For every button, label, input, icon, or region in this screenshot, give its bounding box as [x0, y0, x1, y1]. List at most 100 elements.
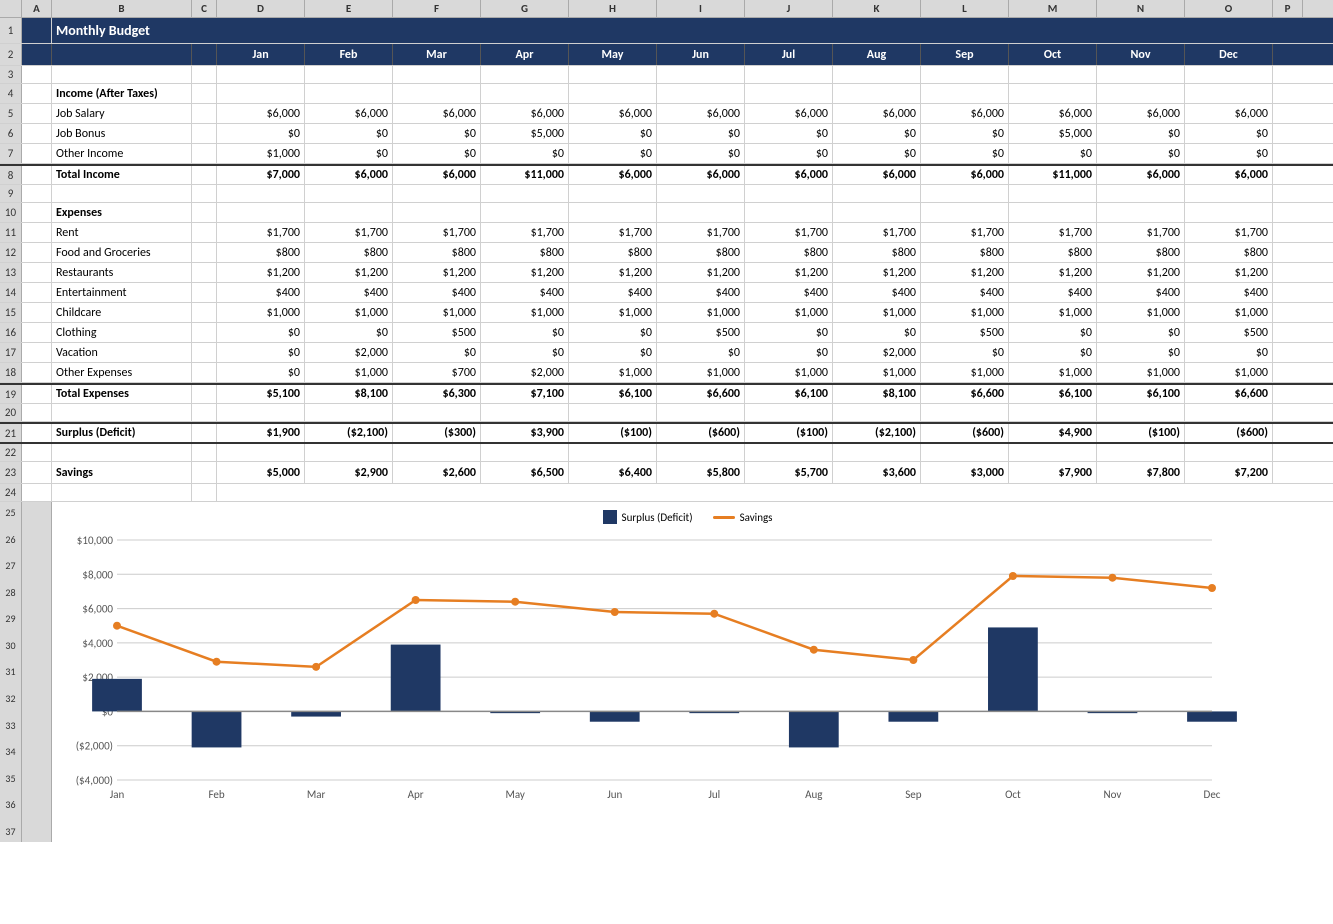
surplus-bar-7	[789, 711, 839, 747]
svg-text:($4,000): ($4,000)	[76, 774, 113, 787]
row-22: 22	[0, 444, 1333, 462]
month-dec: Dec	[1185, 44, 1273, 65]
row-10: 10 Expenses	[0, 203, 1333, 223]
legend-surplus: Surplus (Deficit)	[603, 510, 693, 524]
savings-dot-0	[113, 622, 121, 630]
svg-text:$8,000: $8,000	[82, 568, 113, 581]
col-f-header: F	[393, 0, 481, 17]
legend-savings: Savings	[713, 511, 773, 524]
month-feb: Feb	[305, 44, 393, 65]
row-num-1: 1	[0, 18, 22, 43]
expenses-label: Expenses	[52, 203, 192, 222]
title-text: Monthly Budget	[56, 22, 150, 39]
col-p-header: P	[1273, 0, 1303, 17]
savings-dot-6	[710, 610, 718, 618]
surplus-bar-5	[590, 711, 640, 721]
row-6: 6 Job Bonus $0 $0 $0 $5,000 $0 $0 $0 $0 …	[0, 124, 1333, 144]
svg-text:Oct: Oct	[1005, 788, 1021, 801]
svg-text:Feb: Feb	[208, 788, 224, 801]
month-aug: Aug	[833, 44, 921, 65]
rent-label: Rent	[52, 223, 192, 242]
savings-dot-3	[412, 596, 420, 604]
row-16: 16 Clothing $0 $0 $500 $0 $0 $500 $0 $0 …	[0, 323, 1333, 343]
row-2: 2 Jan Feb Mar Apr May Jun Jul Aug Sep Oc…	[0, 44, 1333, 66]
row-18: 18 Other Expenses $0 $1,000 $700 $2,000 …	[0, 363, 1333, 383]
svg-text:Nov: Nov	[1104, 788, 1122, 801]
savings-dot-8	[909, 656, 917, 664]
month-nov: Nov	[1097, 44, 1185, 65]
surplus-label: Surplus (Deficit)	[52, 424, 192, 442]
svg-text:Apr: Apr	[408, 788, 424, 801]
chart-svg-container: $10,000$8,000$6,000$4,000$2,000$0($2,000…	[52, 530, 1323, 820]
savings-dot-1	[213, 658, 221, 666]
col-c-header: C	[192, 0, 217, 17]
col-o-header: O	[1185, 0, 1273, 17]
row-9: 9	[0, 185, 1333, 203]
month-jun: Jun	[657, 44, 745, 65]
month-mar: Mar	[393, 44, 481, 65]
col-d-header: D	[217, 0, 305, 17]
row-4: 4 Income (After Taxes)	[0, 84, 1333, 104]
savings-dot-7	[810, 646, 818, 654]
legend-bar-label: Surplus (Deficit)	[622, 511, 693, 524]
row-13: 13 Restaurants $1,200 $1,200 $1,200 $1,2…	[0, 263, 1333, 283]
svg-text:Sep: Sep	[905, 788, 922, 801]
month-oct: Oct	[1009, 44, 1097, 65]
chart-visualization: $10,000$8,000$6,000$4,000$2,000$0($2,000…	[52, 530, 1232, 820]
chart-rows: 25 26 27 28 29 30 31 32 33 34 35 36 37	[0, 502, 1333, 842]
svg-text:Jun: Jun	[607, 788, 622, 801]
savings-label: Savings	[52, 462, 192, 483]
income-label: Income (After Taxes)	[52, 84, 192, 103]
row-21: 21 Surplus (Deficit) $1,900 ($2,100) ($3…	[0, 422, 1333, 444]
month-apr: Apr	[481, 44, 569, 65]
spreadsheet: A B C D E F G H I J K L M N O P 1 Monthl…	[0, 0, 1333, 842]
row-1: 1 Monthly Budget	[0, 18, 1333, 44]
surplus-bar-0	[92, 679, 142, 712]
total-expenses-label: Total Expenses	[52, 385, 192, 403]
savings-dot-4	[511, 598, 519, 606]
row-15: 15 Childcare $1,000 $1,000 $1,000 $1,000…	[0, 303, 1333, 323]
savings-line	[117, 576, 1212, 667]
row-20: 20	[0, 404, 1333, 422]
savings-dot-10	[1108, 574, 1116, 582]
svg-text:May: May	[505, 788, 524, 801]
cell-1a	[22, 18, 52, 43]
row-23: 23 Savings $5,000 $2,900 $2,600 $6,500 $…	[0, 462, 1333, 484]
svg-text:Jan: Jan	[110, 788, 125, 801]
savings-dot-2	[312, 663, 320, 671]
col-g-header: G	[481, 0, 569, 17]
row-5: 5 Job Salary $6,000 $6,000 $6,000 $6,000…	[0, 104, 1333, 124]
chart-legend: Surplus (Deficit) Savings	[52, 510, 1323, 524]
surplus-bar-11	[1187, 711, 1237, 721]
col-header-row: A B C D E F G H I J K L M N O P	[0, 0, 1333, 18]
col-n-header: N	[1097, 0, 1185, 17]
month-jan: Jan	[217, 44, 305, 65]
month-jul: Jul	[745, 44, 833, 65]
month-may: May	[569, 44, 657, 65]
col-l-header: L	[921, 0, 1009, 17]
surplus-bar-3	[391, 645, 441, 712]
svg-text:$4,000: $4,000	[82, 637, 113, 650]
surplus-bar-9	[988, 627, 1038, 711]
job-salary-label: Job Salary	[52, 104, 192, 123]
col-j-header: J	[745, 0, 833, 17]
clothing-label: Clothing	[52, 323, 192, 342]
savings-dot-11	[1208, 584, 1216, 592]
col-b-header: B	[52, 0, 192, 17]
col-m-header: M	[1009, 0, 1097, 17]
food-label: Food and Groceries	[52, 243, 192, 262]
savings-dot-9	[1009, 572, 1017, 580]
svg-text:($2,000): ($2,000)	[76, 740, 113, 753]
svg-text:$6,000: $6,000	[82, 603, 113, 616]
row-12: 12 Food and Groceries $800 $800 $800 $80…	[0, 243, 1333, 263]
surplus-bar-8	[888, 711, 938, 721]
row-14: 14 Entertainment $400 $400 $400 $400 $40…	[0, 283, 1333, 303]
total-income-label: Total Income	[52, 166, 192, 184]
legend-bar-icon	[603, 510, 617, 524]
svg-text:Dec: Dec	[1204, 788, 1221, 801]
title-cell: Monthly Budget	[52, 18, 192, 43]
col-a-header: A	[22, 0, 52, 17]
vacation-label: Vacation	[52, 343, 192, 362]
row-24: 24	[0, 484, 1333, 502]
row-11: 11 Rent $1,700 $1,700 $1,700 $1,700 $1,7…	[0, 223, 1333, 243]
